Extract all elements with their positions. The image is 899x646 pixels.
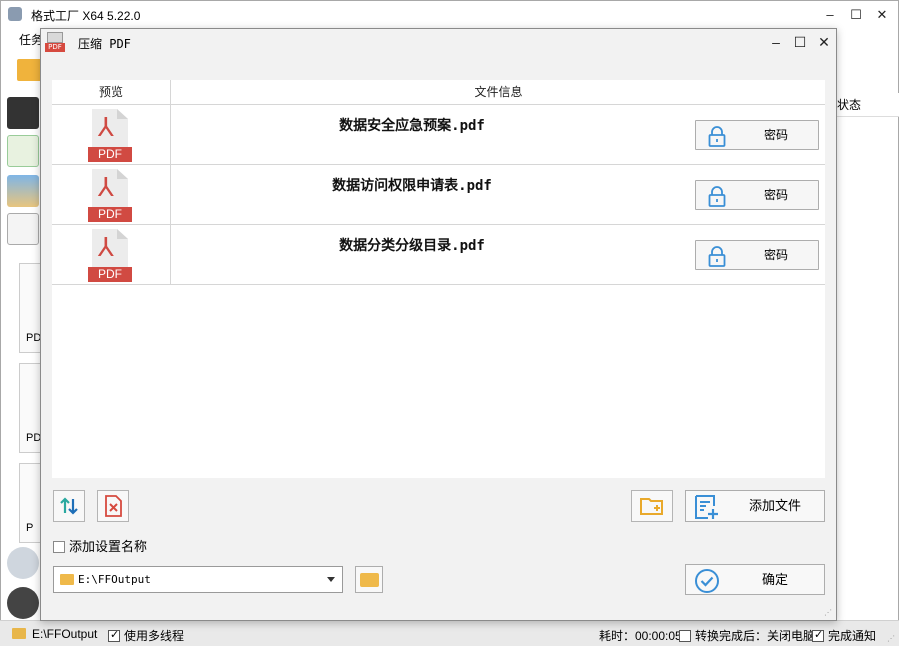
document-category-icon[interactable] <box>7 213 39 245</box>
main-window-title: 格式工厂 X64 5.22.0 <box>31 9 141 23</box>
password-button-label: 密码 <box>763 188 788 202</box>
dialog-titlebar: PDF 压缩 PDF – ☐ ✕ <box>41 29 836 55</box>
confirm-label: 确定 <box>761 572 788 587</box>
file-list-header: 预览 文件信息 <box>52 80 825 105</box>
pdf-app-icon: PDF <box>45 32 65 52</box>
minimize-icon[interactable]: – <box>818 5 842 25</box>
left-tool-label: P <box>26 522 34 534</box>
lock-icon <box>708 126 726 147</box>
folder-icon <box>360 573 379 587</box>
file-name: 数据安全应急预案.pdf <box>339 118 485 134</box>
utilities-category-icon[interactable] <box>7 587 39 619</box>
password-button-label: 密码 <box>763 128 788 142</box>
checkbox-icon[interactable] <box>679 630 691 642</box>
notify-checkbox[interactable]: 完成通知 <box>812 627 876 644</box>
password-button-label: 密码 <box>763 248 788 262</box>
file-row[interactable]: ⅄ PDF 数据访问权限申请表.pdf 密码 <box>52 165 825 225</box>
maximize-icon[interactable]: ☐ <box>844 5 868 25</box>
dialog-close-icon[interactable]: ✕ <box>813 32 835 52</box>
disc-category-icon[interactable] <box>7 547 39 579</box>
image-category-icon[interactable] <box>7 175 39 207</box>
checkmark-circle-icon <box>695 569 719 593</box>
output-path-select[interactable]: E:\FFOutput <box>53 566 343 593</box>
file-preview: ⅄ PDF <box>52 225 171 284</box>
password-button[interactable]: 密码 <box>695 180 819 210</box>
file-preview: ⅄ PDF <box>52 105 171 164</box>
remove-file-button[interactable] <box>97 490 129 522</box>
password-button[interactable]: 密码 <box>695 120 819 150</box>
status-column-header: 状态 <box>837 93 899 117</box>
dialog-minimize-icon[interactable]: – <box>765 32 787 52</box>
close-icon[interactable]: ✕ <box>870 5 894 25</box>
confirm-button[interactable]: 确定 <box>685 564 825 595</box>
app-logo-icon <box>8 7 22 21</box>
add-file-button[interactable]: 添加文件 <box>685 490 825 522</box>
checkbox-checked-icon[interactable] <box>812 628 824 642</box>
sort-button[interactable] <box>53 490 85 522</box>
folder-icon <box>60 574 74 585</box>
after-convert-checkbox[interactable]: 转换完成后：关闭电脑 <box>679 627 815 644</box>
dialog-resize-grip-icon[interactable]: ⋰ <box>824 608 834 618</box>
file-row[interactable]: ⅄ PDF 数据分类分级目录.pdf 密码 <box>52 225 825 285</box>
left-tool-item[interactable]: PD <box>19 363 41 453</box>
file-list: 预览 文件信息 ⅄ PDF 数据安全应急预案.pdf 密码 ⅄ PDF 数据访问… <box>52 80 825 478</box>
left-tool-item[interactable]: PD <box>19 263 41 353</box>
dialog-title: 压缩 PDF <box>78 37 131 51</box>
browse-folder-button[interactable] <box>355 566 383 593</box>
statusbar-output-path[interactable]: E:\FFOutput <box>12 627 97 641</box>
chevron-down-icon[interactable] <box>327 577 335 582</box>
left-tool-item[interactable]: P <box>19 463 41 543</box>
delete-file-icon <box>105 495 122 517</box>
pdf-file-icon: ⅄ PDF <box>88 109 132 162</box>
column-header-file-info[interactable]: 文件信息 <box>172 80 825 105</box>
multithread-checkbox[interactable]: 使用多线程 <box>108 627 184 644</box>
video-category-icon[interactable] <box>7 97 39 129</box>
dialog-maximize-icon[interactable]: ☐ <box>789 32 811 52</box>
checkbox-icon[interactable] <box>53 541 65 553</box>
left-tool-label: PD <box>26 432 42 444</box>
add-file-icon <box>695 495 718 519</box>
audio-category-icon[interactable] <box>7 135 39 167</box>
file-name: 数据分类分级目录.pdf <box>339 238 485 254</box>
column-header-preview[interactable]: 预览 <box>52 80 171 105</box>
lock-icon <box>708 186 726 207</box>
main-titlebar: 格式工厂 X64 5.22.0 – ☐ ✕ <box>1 1 898 29</box>
pdf-file-icon: ⅄ PDF <box>88 229 132 282</box>
lock-icon <box>708 246 726 267</box>
file-name: 数据访问权限申请表.pdf <box>332 178 492 194</box>
password-button[interactable]: 密码 <box>695 240 819 270</box>
file-row[interactable]: ⅄ PDF 数据安全应急预案.pdf 密码 <box>52 105 825 165</box>
add-file-label: 添加文件 <box>748 498 801 513</box>
elapsed-time: 耗时：00:00:05 <box>599 629 682 643</box>
checkbox-checked-icon[interactable] <box>108 628 120 642</box>
left-tool-label: PD <box>26 332 42 344</box>
folder-icon <box>12 628 26 639</box>
file-preview: ⅄ PDF <box>52 165 171 224</box>
compress-pdf-dialog: PDF 压缩 PDF – ☐ ✕ 预览 文件信息 ⅄ PDF 数据安全应急预案.… <box>40 28 837 621</box>
add-folder-button[interactable] <box>631 490 673 522</box>
sort-icon <box>60 497 78 515</box>
add-folder-icon <box>640 498 663 515</box>
add-setting-name-checkbox[interactable]: 添加设置名称 <box>53 536 147 555</box>
output-path-value: E:\FFOutput <box>78 573 151 586</box>
pdf-file-icon: ⅄ PDF <box>88 169 132 222</box>
resize-grip-icon[interactable]: ⋰ <box>887 634 897 644</box>
status-bar: E:\FFOutput 使用多线程 耗时：00:00:05 转换完成后：关闭电脑… <box>0 620 899 646</box>
